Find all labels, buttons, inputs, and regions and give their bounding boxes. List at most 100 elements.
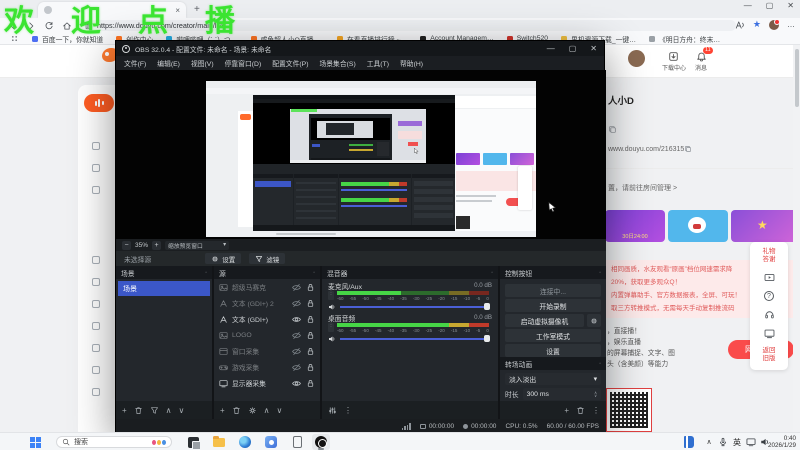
settings-button[interactable]: 设置 <box>505 344 601 357</box>
source-row[interactable]: 文本 (GDI+) 2 <box>214 295 320 311</box>
duration-stepper[interactable]: 300 ms ∧ ∨ <box>522 388 601 400</box>
scene-down-icon[interactable]: ∨ <box>179 406 185 415</box>
start-button[interactable] <box>28 435 42 449</box>
browser-profile-avatar[interactable] <box>769 18 780 30</box>
obs-close-button[interactable]: ✕ <box>590 44 597 53</box>
browser-close-button[interactable]: ✕ <box>787 1 794 10</box>
scene-item[interactable]: 场景 <box>118 281 210 296</box>
sidebar-clock-icon[interactable] <box>92 278 100 286</box>
remove-transition-trash-icon[interactable] <box>576 406 585 415</box>
eye-off-icon[interactable] <box>292 363 301 372</box>
obs-menu-item[interactable]: 编辑(E) <box>157 58 180 68</box>
mixer-settings-sliders-icon[interactable] <box>328 406 337 415</box>
speaker-icon[interactable] <box>328 335 336 343</box>
copy-icon[interactable] <box>608 125 617 134</box>
sidebar-case-icon[interactable] <box>92 366 100 374</box>
browser-menu-icon[interactable]: … <box>787 20 795 29</box>
volume-slider[interactable] <box>340 303 490 310</box>
add-source-button[interactable]: + <box>220 406 225 415</box>
eye-off-icon[interactable] <box>292 347 301 356</box>
obs-menu-item[interactable]: 配置文件(P) <box>272 58 308 68</box>
source-row[interactable]: 超级马赛克 <box>214 279 320 295</box>
source-up-icon[interactable]: ∧ <box>264 406 270 415</box>
lock-icon[interactable] <box>306 347 315 356</box>
eye-off-icon[interactable] <box>292 283 301 292</box>
volume-slider-knob[interactable] <box>484 335 490 342</box>
promo-banner-3[interactable]: ★ <box>731 210 800 242</box>
obs-menu-item[interactable]: 停靠窗口(D) <box>225 58 262 68</box>
support-headset-icon[interactable] <box>764 309 775 320</box>
studio-mode-button[interactable]: 工作室模式 <box>505 329 601 342</box>
room-manage-hint[interactable]: 置，请前往房间管理 > <box>608 183 677 193</box>
virtual-camera-config-button[interactable] <box>587 314 601 327</box>
obs-title-bar[interactable]: OBS 32.0.4 - 配置文件: 未命名 - 场景: 未命名 — ▢ ✕ <box>116 41 604 56</box>
taskbar-search-box[interactable]: 搜索 <box>56 436 172 448</box>
display-tray-icon[interactable] <box>744 435 758 449</box>
stream-button[interactable]: 连接中... <box>505 284 601 297</box>
record-button[interactable]: 开始录制 <box>505 299 601 312</box>
user-avatar[interactable] <box>628 50 645 67</box>
lock-icon[interactable] <box>306 379 315 388</box>
sidebar-shield-icon[interactable] <box>92 164 100 172</box>
channel-config-grip[interactable]: ⋮ <box>328 323 334 332</box>
file-explorer-icon[interactable] <box>212 435 226 449</box>
remove-source-trash-icon[interactable] <box>232 406 241 415</box>
promo-banner-2[interactable] <box>668 210 728 242</box>
remove-scene-trash-icon[interactable] <box>134 406 143 415</box>
download-center-label[interactable]: 下载中心 <box>658 63 690 72</box>
add-scene-button[interactable]: + <box>122 406 127 415</box>
obs-menu-item[interactable]: 文件(F) <box>124 58 146 68</box>
filters-button[interactable]: 滤镜 <box>249 253 286 264</box>
eye-off-icon[interactable] <box>292 331 301 340</box>
promo-banner-1[interactable]: 30日24:00 <box>605 210 665 242</box>
source-row[interactable]: LOGO <box>214 327 320 343</box>
virtual-camera-button[interactable]: 启动虚拟摄像机 <box>505 314 584 327</box>
sidebar-home-icon[interactable] <box>92 142 100 150</box>
obs-menu-item[interactable]: 帮助(H) <box>400 58 423 68</box>
taskbar-clock[interactable]: 0:40 2026/1/29 <box>768 435 796 449</box>
eye-icon[interactable] <box>292 315 301 324</box>
source-down-icon[interactable]: ∨ <box>277 406 283 415</box>
gift-thanks-link[interactable]: 礼物答谢 <box>761 248 777 264</box>
obs-maximize-button[interactable]: ▢ <box>569 44 577 53</box>
video-guide-icon[interactable] <box>764 272 775 283</box>
sidebar-pen-icon[interactable] <box>92 322 100 330</box>
bookmark-item[interactable]: 《明日方舟：终末… <box>649 34 720 44</box>
task-view-button[interactable] <box>186 435 201 450</box>
add-transition-button[interactable]: + <box>564 406 569 415</box>
browser-maximize-button[interactable]: ▢ <box>766 1 774 10</box>
sidebar-edit-icon[interactable] <box>92 256 100 264</box>
source-row[interactable]: 游戏采集 <box>214 359 320 375</box>
obs-taskbar-icon[interactable] <box>314 435 328 449</box>
obs-menu-item[interactable]: 工具(T) <box>367 58 389 68</box>
messages-label[interactable]: 消息 <box>690 63 712 72</box>
obs-menu-item[interactable]: 场景集合(S) <box>319 58 355 68</box>
speaker-icon[interactable] <box>328 303 336 311</box>
eye-icon[interactable] <box>292 379 301 388</box>
browser-minimize-button[interactable]: — <box>744 1 752 10</box>
zoom-out-button[interactable]: − <box>122 240 131 250</box>
source-properties-gear-icon[interactable] <box>248 406 257 415</box>
download-center-icon[interactable] <box>668 51 679 62</box>
transition-select[interactable]: 淡入淡出 ▾ <box>505 373 601 385</box>
obs-menu-item[interactable]: 视图(V) <box>191 58 214 68</box>
back-to-old-link[interactable]: 返回旧版 <box>761 347 777 363</box>
transition-menu-kebab-icon[interactable]: ⋮ <box>592 406 600 415</box>
pinned-book-app-icon[interactable] <box>682 435 696 449</box>
favorite-star-icon[interactable]: ★ <box>753 19 761 30</box>
sidebar-chat-icon[interactable] <box>92 300 100 308</box>
lock-icon[interactable] <box>306 299 315 308</box>
copy-url-icon[interactable] <box>684 145 692 153</box>
lock-icon[interactable] <box>306 331 315 340</box>
obs-preview-canvas[interactable] <box>116 70 606 239</box>
sidebar-tool-icon[interactable] <box>92 388 100 396</box>
source-row[interactable]: 文本 (GDI+) <box>214 311 320 327</box>
start-live-button[interactable] <box>84 94 114 112</box>
read-aloud-icon[interactable] <box>735 20 745 30</box>
obs-minimize-button[interactable]: — <box>547 44 555 53</box>
zoom-fit-dropdown[interactable]: 缩放预览窗口 ▾ <box>165 240 230 250</box>
channel-config-grip[interactable]: ⋮ <box>328 291 334 300</box>
source-row[interactable]: 显示器采集 <box>214 375 320 391</box>
phone-link-icon[interactable] <box>290 435 304 449</box>
ime-indicator[interactable]: 英 <box>730 435 744 449</box>
